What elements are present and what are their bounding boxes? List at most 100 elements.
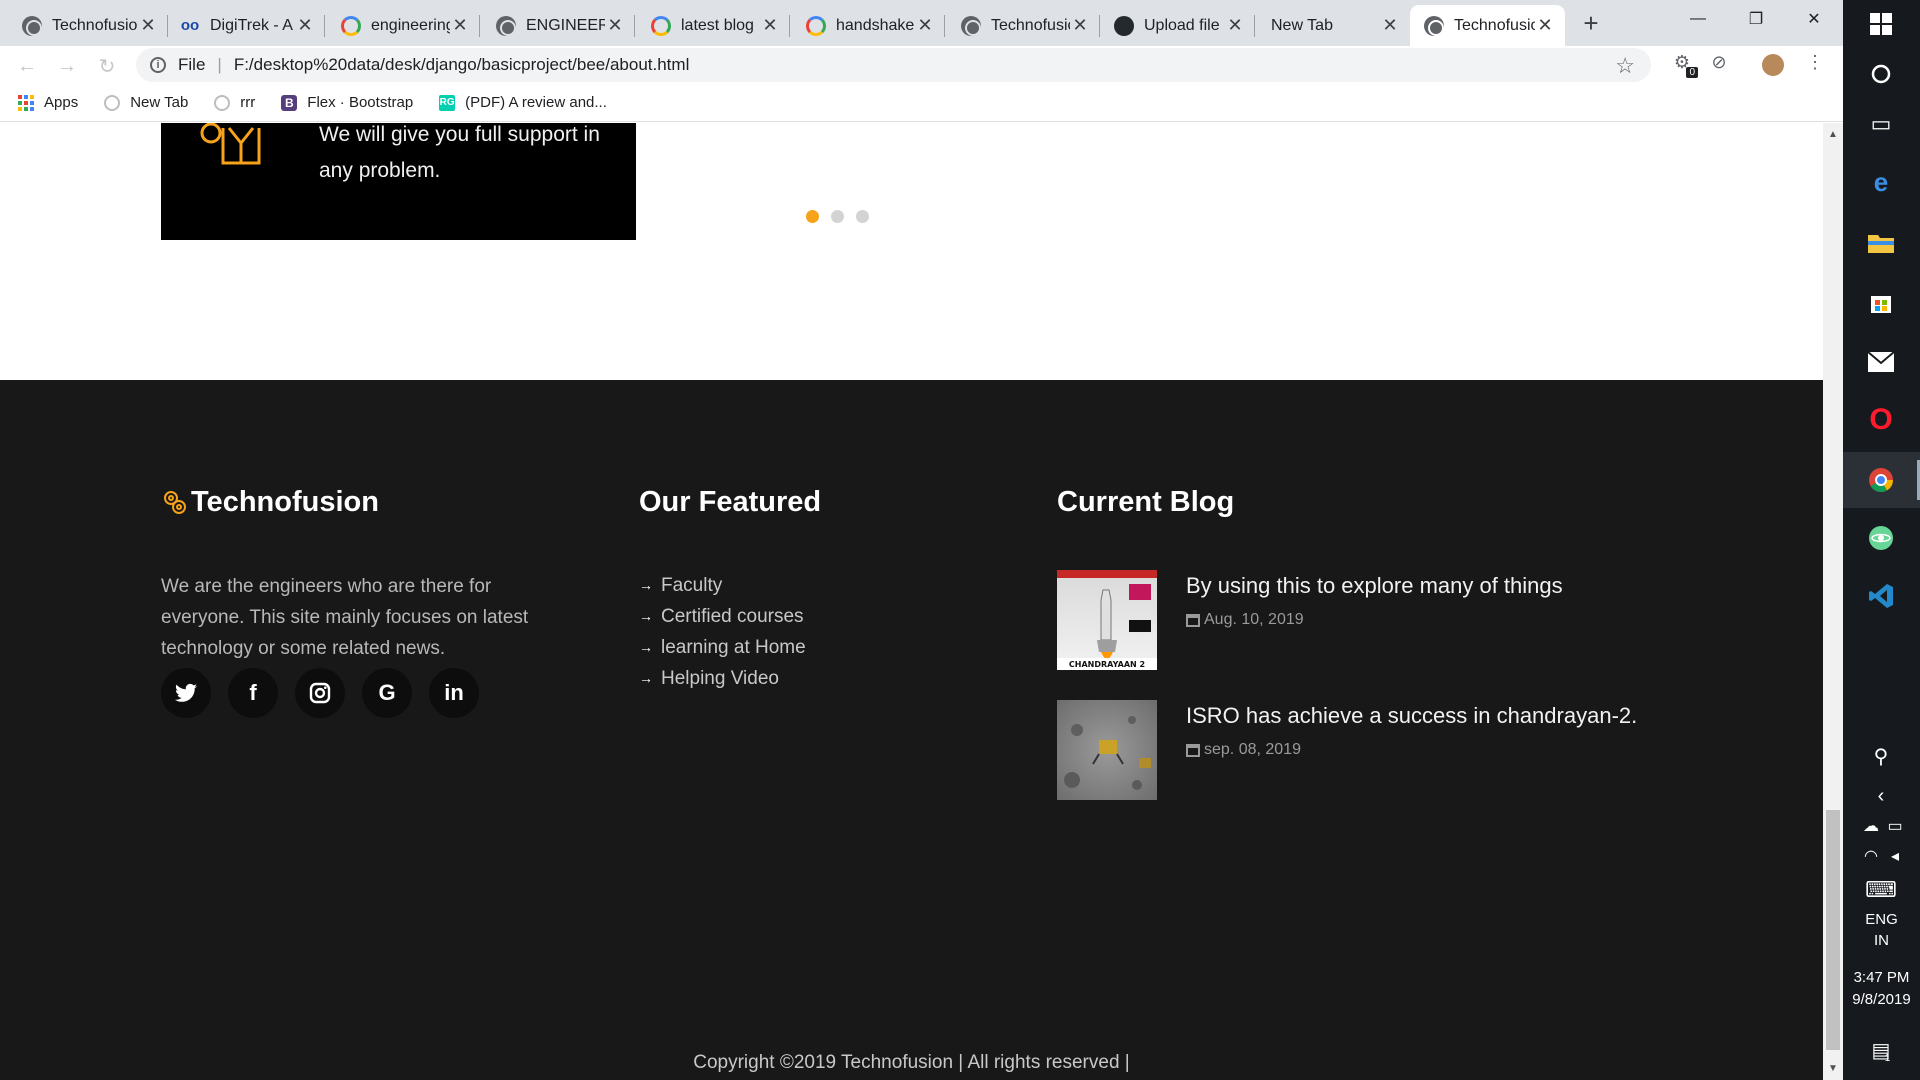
chrome-icon[interactable] [1861, 460, 1901, 500]
tab-title: engineering [371, 16, 450, 34]
edge-icon[interactable]: e [1861, 162, 1901, 202]
reload-button[interactable]: ↻ [95, 54, 119, 78]
featured-link-learning-at-home[interactable]: → learning at Home [639, 632, 806, 663]
researchgate-icon: RG [439, 94, 456, 111]
clock-time[interactable]: 3:47 PM [1843, 967, 1920, 988]
close-icon[interactable]: ✕ [915, 15, 935, 36]
instagram-icon[interactable] [295, 668, 345, 718]
mail-icon[interactable] [1861, 342, 1901, 382]
tab[interactable]: New Tab ✕ [1255, 5, 1410, 46]
linkedin-icon[interactable]: in [429, 668, 479, 718]
close-icon[interactable]: ✕ [295, 15, 315, 36]
bookmark-new-tab[interactable]: New Tab [104, 94, 188, 111]
close-icon[interactable]: ✕ [760, 15, 780, 36]
close-icon[interactable]: ✕ [1225, 15, 1245, 36]
blog-title[interactable]: ISRO has achieve a success in chandrayan… [1186, 701, 1637, 731]
extension-icon[interactable]: ⚙ 0 [1670, 50, 1698, 78]
clock-date[interactable]: 9/8/2019 [1843, 989, 1920, 1010]
blog-date-text: Aug. 10, 2019 [1204, 611, 1304, 628]
tab[interactable]: Upload file ✕ [1100, 5, 1255, 46]
google-icon [651, 15, 671, 36]
atom-icon[interactable] [1861, 518, 1901, 558]
close-icon[interactable]: ✕ [1535, 15, 1555, 36]
extension-compass-icon[interactable]: ⊘ [1707, 50, 1731, 74]
apps-grid-icon [18, 94, 34, 111]
featured-link-certified-courses[interactable]: → Certified courses [639, 601, 806, 632]
blog-thumbnail[interactable] [1057, 700, 1157, 800]
windows-start-icon[interactable] [1861, 4, 1901, 44]
keyboard-icon[interactable]: ⌨ [1861, 870, 1901, 910]
vscode-icon[interactable] [1861, 576, 1901, 616]
carousel-dot[interactable] [831, 210, 844, 223]
restore-button[interactable]: ❐ [1727, 0, 1785, 38]
url-text[interactable]: F:/desktop%20data/desk/django/basicproje… [234, 55, 690, 75]
blog-post[interactable]: ISRO has achieve a success in chandrayan… [1057, 700, 1637, 800]
bookmark-star-icon[interactable]: ☆ [1615, 53, 1635, 79]
forward-button[interactable]: → [55, 54, 79, 78]
close-icon[interactable]: ✕ [1380, 15, 1400, 36]
twitter-icon[interactable] [161, 668, 211, 718]
social-links: f G in [161, 668, 479, 718]
avatar[interactable] [1762, 54, 1784, 76]
tab[interactable]: handshake ✕ [790, 5, 945, 46]
facebook-icon[interactable]: f [228, 668, 278, 718]
tab-title: ENGINEERI [526, 16, 605, 34]
featured-link-helping-video[interactable]: → Helping Video [639, 663, 806, 694]
digitrek-icon: oo [180, 17, 200, 34]
tab[interactable]: Technofusion ✕ [945, 5, 1100, 46]
cortana-icon[interactable] [1861, 54, 1901, 94]
scroll-up-arrow-icon[interactable]: ▲ [1828, 129, 1838, 140]
bookmark-label: Apps [44, 94, 79, 111]
info-icon[interactable]: i [150, 57, 166, 73]
blog-meta: By using this to explore many of things … [1186, 570, 1563, 670]
file-explorer-icon[interactable] [1861, 222, 1901, 262]
blog-title[interactable]: By using this to explore many of things [1186, 571, 1563, 601]
bookmark-apps[interactable]: Apps [18, 94, 78, 111]
google-icon[interactable]: G [362, 668, 412, 718]
back-button[interactable]: ← [15, 54, 39, 78]
minimize-button[interactable]: — [1669, 0, 1727, 38]
featured-heading: Our Featured [639, 486, 822, 518]
people-icon[interactable]: ⚲ [1861, 736, 1901, 776]
bookmark-pdf-review[interactable]: RG (PDF) A review and... [439, 94, 607, 111]
tab-title: Technofusion [991, 16, 1070, 34]
new-tab-button[interactable]: + [1576, 8, 1606, 38]
page-scrollbar[interactable]: ▲ ▼ [1823, 123, 1843, 1080]
scroll-thumb[interactable] [1826, 810, 1840, 1050]
globe-icon [961, 15, 981, 36]
bookmarks-bar: Apps New Tab rrr B Flex · Bootstrap RG (… [0, 84, 1843, 122]
bookmark-rrr[interactable]: rrr [214, 94, 255, 111]
thumb-caption: CHANDRAYAAN 2 [1069, 660, 1145, 669]
scroll-down-arrow-icon[interactable]: ▼ [1828, 1063, 1838, 1074]
featured-link-faculty[interactable]: → Faculty [639, 570, 806, 601]
region-indicator[interactable]: IN [1843, 930, 1920, 951]
tab[interactable]: latest blog ✕ [635, 5, 790, 46]
blog-date: Aug. 10, 2019 [1186, 611, 1563, 629]
tab-title: Technofusion [1454, 16, 1535, 34]
carousel-dot[interactable] [806, 210, 819, 223]
language-indicator[interactable]: ENG [1843, 909, 1920, 930]
page-viewport: We will give you full support in any pro… [0, 123, 1823, 1080]
close-window-button[interactable]: ✕ [1785, 0, 1843, 38]
tab[interactable]: ENGINEERI ✕ [480, 5, 635, 46]
footer-brand[interactable]: Technofusion [161, 486, 379, 519]
close-icon[interactable]: ✕ [450, 15, 470, 36]
address-bar[interactable]: i File | F:/desktop%20data/desk/django/b… [136, 48, 1651, 82]
tab-active[interactable]: Technofusion ✕ [1410, 5, 1565, 46]
carousel-dot[interactable] [856, 210, 869, 223]
opera-icon[interactable]: O [1861, 400, 1901, 440]
tab[interactable]: engineering ✕ [325, 5, 480, 46]
menu-icon[interactable]: ⋮ [1803, 50, 1827, 74]
bookmark-bootstrap[interactable]: B Flex · Bootstrap [281, 94, 413, 111]
tab[interactable]: Technofusion ✕ [0, 5, 168, 46]
close-icon[interactable]: ✕ [138, 15, 158, 36]
tab[interactable]: oo DigiTrek - A ✕ [168, 5, 325, 46]
task-view-icon[interactable]: ▭ [1861, 104, 1901, 144]
blog-post[interactable]: CHANDRAYAAN 2 By using this to explore m… [1057, 570, 1563, 670]
close-icon[interactable]: ✕ [1070, 15, 1090, 36]
google-icon [341, 15, 361, 36]
store-icon[interactable] [1861, 282, 1901, 322]
blog-thumbnail[interactable]: CHANDRAYAAN 2 [1057, 570, 1157, 670]
close-icon[interactable]: ✕ [605, 15, 625, 36]
bootstrap-icon: B [281, 94, 298, 111]
